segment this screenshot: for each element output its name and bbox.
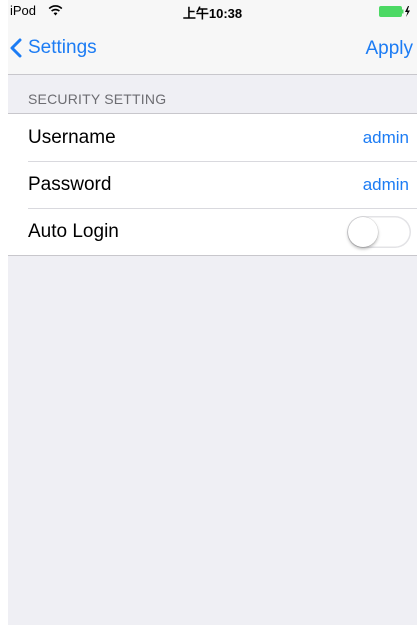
auto-login-toggle[interactable] <box>347 216 411 248</box>
back-button[interactable]: Settings <box>10 36 97 60</box>
username-label: Username <box>28 127 116 148</box>
chevron-left-icon <box>10 38 22 58</box>
auto-login-row: Auto Login <box>8 208 417 255</box>
screen: iPod 上午10:38 Settings Apply SECURITY SET… <box>8 0 417 625</box>
password-label: Password <box>28 174 112 195</box>
apply-button[interactable]: Apply <box>365 38 413 60</box>
back-button-label: Settings <box>28 37 97 58</box>
toggle-knob <box>348 217 378 247</box>
settings-table: Username admin Password admin Auto Login <box>8 114 417 256</box>
battery-charging-icon <box>379 6 410 17</box>
navigation-bar: Settings Apply <box>8 22 417 75</box>
section-header: SECURITY SETTING <box>8 75 417 114</box>
section-title: SECURITY SETTING <box>28 91 167 107</box>
password-value[interactable]: admin <box>363 175 409 195</box>
status-bar: iPod 上午10:38 <box>8 0 417 22</box>
password-row[interactable]: Password admin <box>8 161 417 208</box>
status-time: 上午10:38 <box>182 6 243 21</box>
username-value[interactable]: admin <box>363 128 409 148</box>
username-row[interactable]: Username admin <box>8 114 417 161</box>
auto-login-label: Auto Login <box>28 221 119 242</box>
